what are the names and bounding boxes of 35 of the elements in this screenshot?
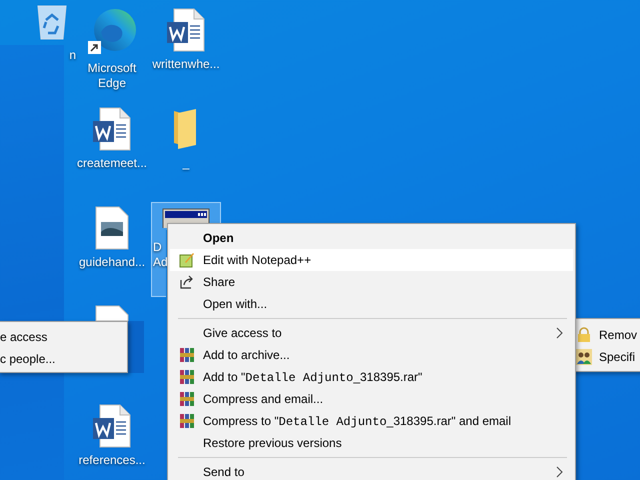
archive-books-icon xyxy=(178,347,194,363)
lock-icon xyxy=(576,327,592,343)
menu-item[interactable]: Open with... xyxy=(170,293,573,315)
word-document-icon xyxy=(92,107,132,151)
menu-item[interactable]: Compress to "Detalle Adjunto_318395.rar" and email xyxy=(170,410,573,432)
archive-books-icon xyxy=(178,391,194,407)
word-document-icon xyxy=(92,404,132,448)
menu-item[interactable]: Send to xyxy=(170,461,573,480)
menu-item[interactable]: Open xyxy=(170,227,573,249)
word-document-icon xyxy=(166,8,206,52)
share-icon xyxy=(178,274,194,290)
menu-item[interactable]: e access xyxy=(0,326,127,348)
icon-label: Microsoft Edge xyxy=(86,61,138,91)
chevron-right-icon xyxy=(556,466,563,478)
icon-label: createmeet... xyxy=(76,156,148,171)
people-icon xyxy=(576,349,592,365)
browser-icon xyxy=(87,8,137,56)
icon-label: writtenwhe... xyxy=(152,57,220,72)
image-file-icon xyxy=(95,206,129,250)
chevron-right-icon xyxy=(556,327,563,339)
notepad-icon xyxy=(178,252,194,268)
menu-item[interactable]: Edit with Notepad++ xyxy=(170,249,573,271)
icon-label: D Ad xyxy=(151,230,166,297)
menu-item[interactable]: Restore previous versions xyxy=(170,432,573,454)
menu-item[interactable]: c people... xyxy=(0,348,127,370)
icon-label: n xyxy=(69,48,76,63)
archive-books-icon xyxy=(178,369,194,385)
icon-label: references... xyxy=(78,453,146,468)
menu-item[interactable]: Compress and email... xyxy=(170,388,573,410)
icon-label: _ xyxy=(182,156,190,171)
menu-item[interactable]: Share xyxy=(170,271,573,293)
window-edge xyxy=(128,321,144,373)
icon-label: guidehand... xyxy=(78,255,146,270)
archive-books-icon xyxy=(178,413,194,429)
menu-item[interactable]: Add to "Detalle Adjunto_318395.rar" xyxy=(170,366,573,388)
